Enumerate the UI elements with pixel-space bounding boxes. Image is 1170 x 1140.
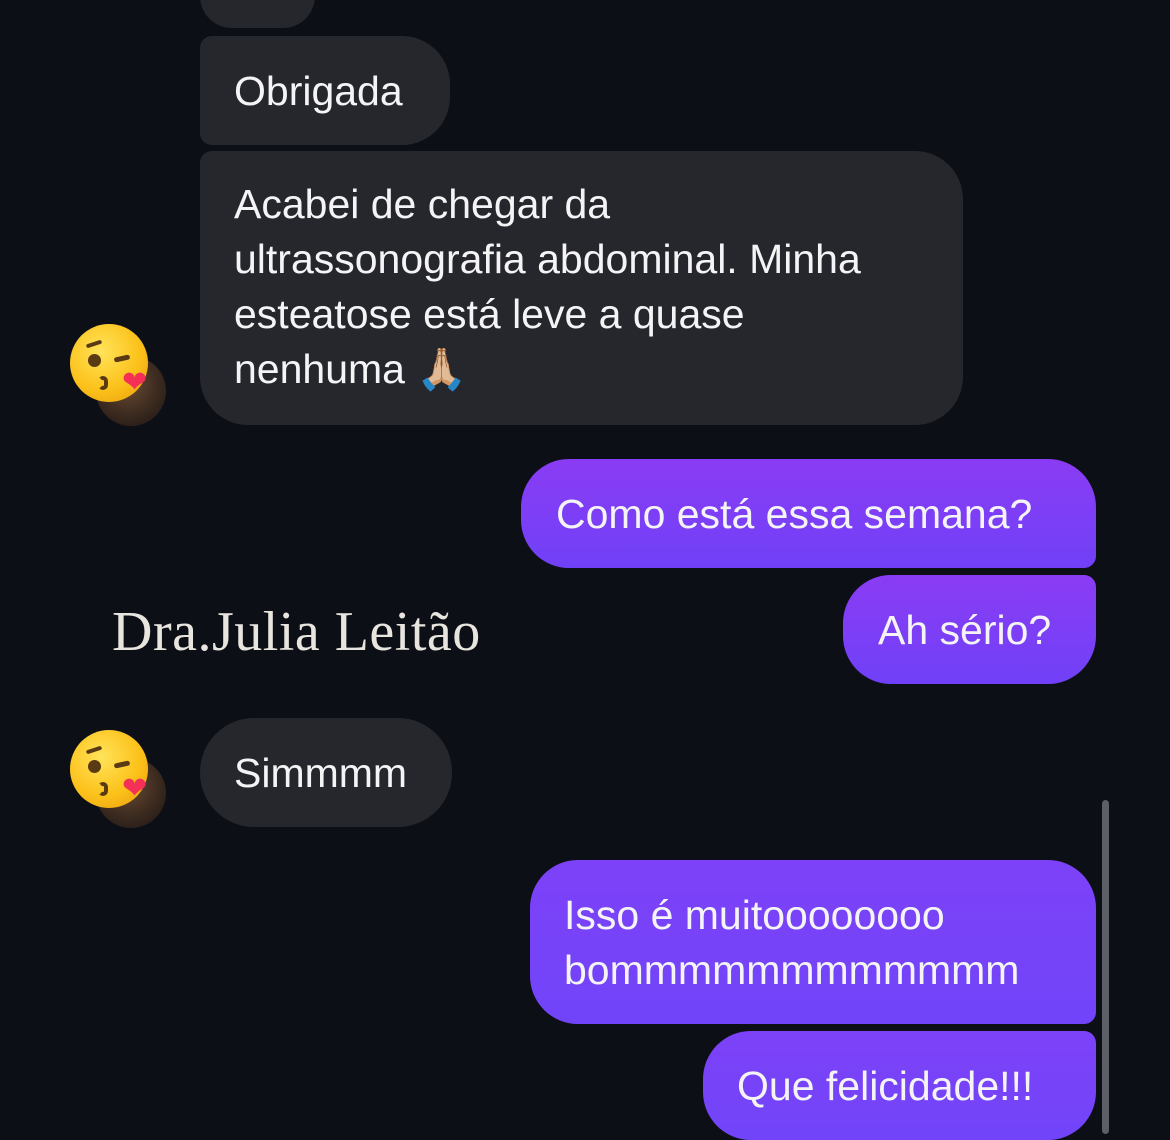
message-line: Acabei de chegar da xyxy=(234,181,611,227)
message-line: esteatose está leve a quase xyxy=(234,291,745,337)
sent-message-bubble[interactable]: Isso é muitoooooooo bommmmmmmmmmmm xyxy=(530,860,1096,1024)
watermark-signature: Dra.Julia Leitão xyxy=(112,601,481,663)
previous-message-bubble-edge xyxy=(200,0,315,28)
kiss-emoji-icon: ❤ xyxy=(70,324,148,402)
message-text: Simmmm xyxy=(234,750,408,796)
sent-message-bubble[interactable]: Ah sério? xyxy=(843,575,1096,684)
sent-message-bubble[interactable]: Que felicidade!!! xyxy=(703,1031,1096,1140)
kiss-emoji-icon: ❤ xyxy=(70,730,148,808)
sent-message-bubble[interactable]: Como está essa semana? xyxy=(521,459,1096,568)
message-text: Ah sério? xyxy=(878,607,1052,653)
scrollbar[interactable] xyxy=(1102,800,1109,1134)
message-line: Isso é muitoooooooo xyxy=(564,892,945,938)
received-message-bubble[interactable]: Obrigada xyxy=(200,36,450,145)
message-line: nenhuma 🙏🏼 xyxy=(234,346,468,392)
message-text: Que felicidade!!! xyxy=(737,1063,1034,1109)
message-line: ultrassonografia abdominal. Minha xyxy=(234,236,861,282)
received-message-bubble[interactable]: Acabei de chegar da ultrassonografia abd… xyxy=(200,151,963,425)
message-line: bommmmmmmmmmmm xyxy=(564,947,1020,993)
message-text: Como está essa semana? xyxy=(556,491,1033,537)
received-message-bubble[interactable]: Simmmm xyxy=(200,718,452,827)
message-text: Obrigada xyxy=(234,68,403,114)
